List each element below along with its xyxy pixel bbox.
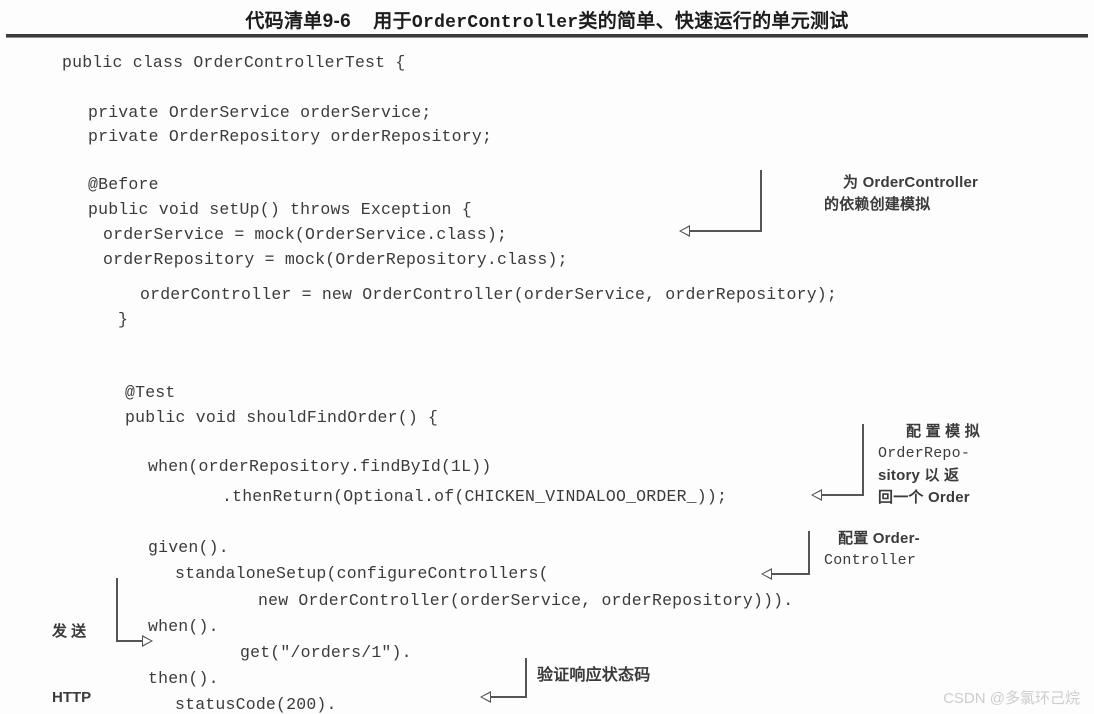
leader-line-horizontal xyxy=(772,573,810,575)
code-line: @Before xyxy=(88,175,159,194)
code-line: get("/orders/1"). xyxy=(240,643,412,662)
leader-line-horizontal xyxy=(822,494,864,496)
annotation-send-http-line-1: 发 送 xyxy=(52,623,87,640)
code-line: public class OrderControllerTest { xyxy=(62,53,406,72)
code-line: orderRepository = mock(OrderRepository.c… xyxy=(103,250,568,269)
leader-line-vertical xyxy=(525,658,527,698)
leader-bracket-horizontal xyxy=(116,640,142,642)
code-line: @Test xyxy=(125,383,176,402)
leader-line-vertical xyxy=(808,531,810,575)
code-line: when(). xyxy=(148,617,219,636)
caption-prefix: 代码清单9-6 xyxy=(245,11,351,32)
annotation-send-http-request: 发 送 HTTP 请求 xyxy=(52,577,91,714)
code-line: } xyxy=(118,310,129,329)
leader-bracket-vertical xyxy=(116,578,118,642)
callout-arrow-icon xyxy=(142,635,153,647)
code-line: private OrderService orderService; xyxy=(88,103,432,122)
code-line: given(). xyxy=(148,538,229,557)
callout-arrow-icon xyxy=(811,489,822,501)
code-block: public class OrderControllerTest { priva… xyxy=(0,46,1094,714)
leader-line-horizontal xyxy=(491,696,527,698)
callout-arrow-icon xyxy=(679,225,690,237)
code-line: public void shouldFindOrder() { xyxy=(125,408,439,427)
leader-line-horizontal xyxy=(690,230,762,232)
annotation-mock-dependencies-line-2: 的依赖创建模拟 xyxy=(824,196,931,213)
annotation-configure-mock-line-3: sitory 以 返 xyxy=(878,467,960,484)
annotation-configure-mock-line-2: OrderRepo- xyxy=(878,445,971,462)
leader-line-vertical xyxy=(862,424,864,496)
listing-page: 代码清单9-6 用于OrderController类的简单、快速运行的单元测试 … xyxy=(0,0,1094,714)
title-divider xyxy=(6,34,1088,38)
csdn-watermark: CSDN @多氯环己烷 xyxy=(943,690,1080,707)
annotation-configure-mock-line-4: 回一个 Order xyxy=(878,489,970,506)
code-line: new OrderController(orderService, orderR… xyxy=(258,591,794,610)
code-line: when(orderRepository.findById(1L)) xyxy=(148,457,492,476)
leader-line-vertical xyxy=(760,170,762,232)
annotation-verify-status-code: 验证响应状态码 xyxy=(537,667,651,684)
code-line: public void setUp() throws Exception { xyxy=(88,200,472,219)
code-line: orderController = new OrderController(or… xyxy=(140,285,838,304)
annotation-configure-mock-line-1: 配 置 模 拟 xyxy=(906,423,980,440)
annotation-mock-dependencies-line-1: 为 OrderController xyxy=(843,174,979,191)
annotation-configure-controller-line-2: Controller xyxy=(824,552,917,569)
caption-text-after: 类的简单、快速运行的单元测试 xyxy=(578,11,849,32)
caption-class-name: OrderController xyxy=(411,13,579,33)
page-title: 代码清单9-6 用于OrderController类的简单、快速运行的单元测试 xyxy=(0,6,1094,33)
code-line: orderService = mock(OrderService.class); xyxy=(103,225,508,244)
code-line: statusCode(200). xyxy=(175,695,337,714)
code-line: .thenReturn(Optional.of(CHICKEN_VINDALOO… xyxy=(222,487,728,506)
annotation-send-http-line-2: HTTP xyxy=(52,689,92,706)
caption-text-before: 用于 xyxy=(373,11,412,32)
callout-arrow-icon xyxy=(480,691,491,703)
callout-arrow-icon xyxy=(761,568,772,580)
annotation-configure-controller-line-1: 配置 Order- xyxy=(838,530,920,547)
code-line: private OrderRepository orderRepository; xyxy=(88,127,493,146)
code-line: then(). xyxy=(148,669,219,688)
code-line: standaloneSetup(configureControllers( xyxy=(175,564,549,583)
